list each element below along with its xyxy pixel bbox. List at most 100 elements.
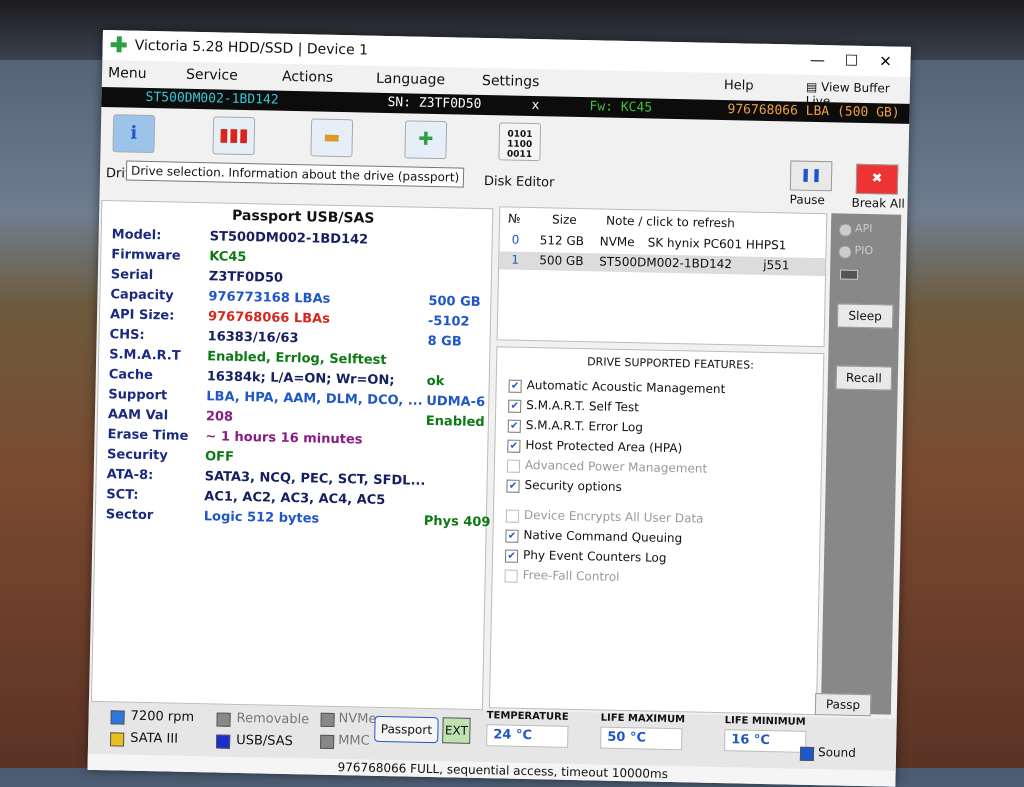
feature-checkbox[interactable]: ✔ (507, 439, 521, 453)
nvme-label: NVMe (338, 711, 377, 727)
passport-value: Logic 512 bytes (203, 509, 320, 527)
pio-label: PIO (854, 243, 874, 258)
features-panel: DRIVE SUPPORTED FEATURES: ✔ Automatic Ac… (488, 346, 825, 716)
pause-label: Pause (789, 192, 826, 208)
feature-checkbox[interactable]: ✔ (507, 419, 521, 433)
feature-label: Free-Fall Control (522, 567, 620, 584)
passport-value: 16384k; L/A=ON; Wr=ON; (206, 369, 395, 389)
passport-key: Cache (108, 367, 154, 384)
close-button[interactable]: ✕ (870, 50, 900, 73)
passport-value: 16383/16/63 (207, 329, 299, 347)
col-note[interactable]: Note / click to refresh (606, 214, 735, 231)
passport-value: 976773168 LBAs (208, 289, 331, 307)
pio-radio[interactable] (838, 245, 852, 259)
sleep-button[interactable]: Sleep (836, 303, 894, 329)
menu-language[interactable]: Language (376, 71, 445, 88)
drive-firmware: Fw: KC45 (589, 99, 653, 116)
passport-panel: Passport USB/SAS Model: ST500DM002-1BD14… (90, 200, 494, 711)
test-button[interactable]: ▬ (310, 118, 354, 158)
indicator-led (839, 269, 859, 280)
feature-checkbox[interactable]: ✔ (504, 549, 519, 563)
menu-service[interactable]: Service (186, 67, 238, 84)
feature-checkbox[interactable]: ✔ (508, 379, 522, 393)
drive-no: 1 (511, 252, 520, 267)
feature-checkbox[interactable]: ✔ (508, 399, 522, 413)
ext-button[interactable]: EXT (442, 717, 471, 744)
menu-actions[interactable]: Actions (282, 69, 333, 86)
menu-settings[interactable]: Settings (482, 73, 540, 90)
feature-label: Device Encrypts All User Data (523, 507, 704, 526)
feature-checkbox[interactable] (504, 569, 518, 583)
drive-no: 0 (511, 232, 520, 247)
temperature-label: TEMPERATURE (486, 710, 569, 723)
feature-label: Native Command Queuing (523, 527, 683, 546)
passport-button[interactable]: Passport (374, 715, 439, 744)
feature-checkbox[interactable]: ✔ (506, 479, 520, 493)
api-label: API (854, 221, 873, 236)
sound-label: Sound (817, 745, 856, 760)
smart-button[interactable]: ▮▮▮ (212, 116, 256, 156)
sata-label: SATA III (130, 730, 179, 747)
drive-model: ST500DM002-1BD142 (145, 89, 279, 108)
passport-key: Serial (110, 267, 154, 284)
drive-note: SK hynix PC601 HHPS1 (647, 235, 787, 253)
api-radio[interactable] (838, 223, 853, 237)
break-all-label: Break All (851, 195, 905, 211)
passport-value: AC1, AC2, AC3, AC4, AC5 (204, 489, 386, 509)
passport-key: CHS: (109, 327, 145, 343)
drive-iface: NVMe (599, 234, 635, 250)
passport-value: OFF (204, 449, 235, 465)
rpm-label: 7200 rpm (130, 708, 195, 726)
drive-selection-button[interactable]: ℹ (112, 114, 156, 154)
usb-sas-legend-icon (215, 734, 231, 749)
feature-label: Security options (524, 477, 622, 494)
plus-icon: ✚ (418, 128, 434, 150)
passport-key: Support (108, 387, 168, 404)
right-control-panel: API PIO Sleep Recall Passp (814, 213, 902, 717)
maximize-button[interactable]: ☐ (836, 49, 866, 72)
sound-checkbox[interactable] (799, 746, 815, 762)
feature-security[interactable]: ✔ Security options (506, 478, 816, 502)
rpm-legend-icon (110, 710, 125, 725)
app-logo-icon (111, 36, 127, 52)
minimize-button[interactable]: — (802, 49, 832, 72)
menu-menu[interactable]: Menu (108, 65, 147, 82)
passport-value: 976768066 LBAs (207, 309, 331, 327)
feature-label: Automatic Acoustic Management (526, 377, 726, 397)
window-title: Victoria 5.28 HDD/SSD | Device 1 (134, 37, 369, 59)
feature-label: S.M.A.R.T. Self Test (526, 397, 640, 415)
life-min-value: 16 °C (724, 729, 807, 753)
passport-extra: ok (426, 373, 445, 390)
menu-help[interactable]: Help (724, 78, 754, 94)
removable-legend-icon (216, 712, 231, 727)
feature-label: S.M.A.R.T. Error Log (525, 417, 644, 435)
passport-value: LBA, HPA, AAM, DLM, DCO, ... (206, 389, 423, 409)
feature-checkbox[interactable]: ✔ (505, 529, 519, 543)
passport-extra: 8 GB (427, 333, 462, 350)
passport-value: Enabled, Errlog, Selftest (207, 349, 387, 369)
feature-checkbox[interactable] (506, 459, 521, 473)
pause-icon: ❚❚ (800, 167, 823, 184)
add-button[interactable]: ✚ (404, 120, 448, 160)
victoria-window: Victoria 5.28 HDD/SSD | Device 1 — ☐ ✕ M… (87, 30, 911, 787)
recall-button[interactable]: Recall (835, 365, 893, 391)
passport-key: Erase Time (107, 427, 189, 444)
disk-editor-button[interactable]: 0101 1100 0011 (498, 122, 542, 162)
close-drive-icon[interactable]: x (531, 98, 539, 113)
passp-button[interactable]: Passp (814, 693, 872, 717)
passport-key: Firmware (111, 247, 181, 264)
feature-free-fall[interactable]: Free-Fall Control (504, 568, 814, 592)
passport-key: Security (106, 447, 168, 464)
disk-editor-label: Disk Editor (483, 174, 555, 191)
life-max-label: LIFE MAXIMUM (600, 712, 686, 726)
usb-sas-label: USB/SAS (235, 732, 294, 750)
passport-value: KC45 (209, 249, 247, 266)
feature-checkbox[interactable] (505, 509, 520, 523)
passport-value: ~ 1 hours 16 minutes (205, 429, 363, 448)
pause-button[interactable]: ❚❚ (789, 160, 833, 192)
break-all-button[interactable]: ✖ (855, 163, 899, 195)
passport-key: Capacity (110, 287, 174, 304)
passport-value: SATA3, NCQ, PEC, SCT, SFDL... (204, 469, 426, 489)
life-max-value: 50 °C (600, 726, 683, 751)
col-no: № (507, 211, 521, 226)
